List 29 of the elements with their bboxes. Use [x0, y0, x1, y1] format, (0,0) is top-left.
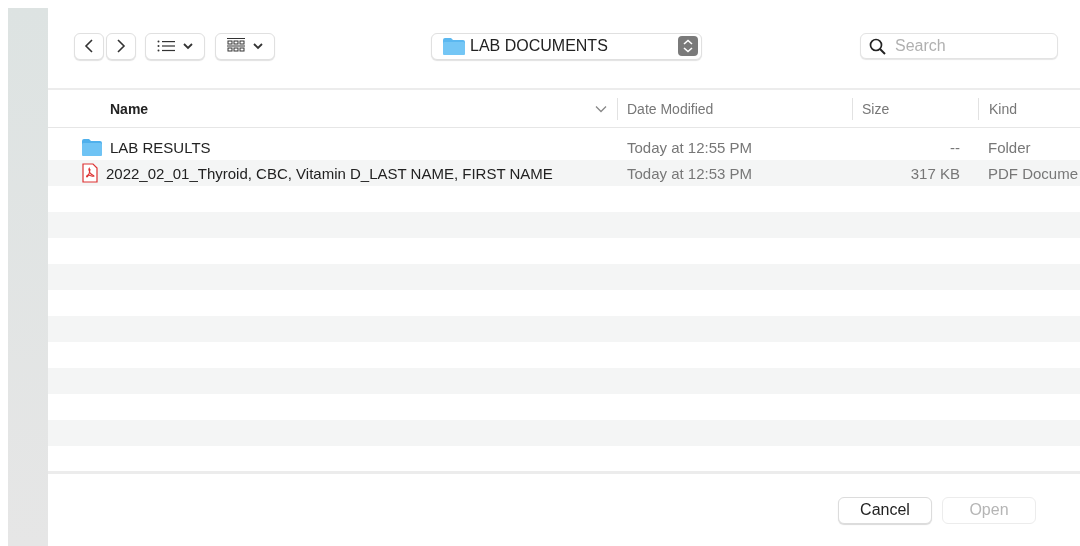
- file-size: --: [950, 138, 960, 156]
- file-name[interactable]: 2022_02_01_Thyroid, CBC, Vitamin D_LAST NAME, FIRST NAME: [106, 164, 553, 182]
- kind-column-header[interactable]: Kind: [978, 97, 1080, 120]
- chevron-left-icon: [84, 38, 94, 54]
- chevron-down-icon: [183, 42, 193, 50]
- folder-icon: [82, 138, 102, 156]
- name-column-header[interactable]: Name: [48, 97, 617, 120]
- back-button[interactable]: [74, 32, 104, 60]
- stepper-icon: [678, 36, 698, 56]
- list-view-button[interactable]: [145, 32, 205, 60]
- file-kind: PDF Docume: [988, 164, 1079, 182]
- search-field[interactable]: Search: [860, 33, 1058, 59]
- chevron-right-icon: [116, 38, 126, 54]
- folder-icon: [443, 37, 465, 55]
- cancel-button[interactable]: Cancel: [838, 496, 932, 524]
- forward-button[interactable]: [106, 32, 136, 60]
- date-modified: Today at 12:55 PM: [627, 138, 753, 156]
- date-modified: Today at 12:53 PM: [627, 164, 753, 182]
- date-column-header[interactable]: Date Modified: [617, 97, 852, 120]
- grid-icon: [227, 38, 245, 54]
- size-column-header[interactable]: Size: [852, 97, 978, 120]
- file-name[interactable]: LAB RESULTS: [110, 138, 211, 156]
- file-size: 317 KB: [910, 164, 960, 182]
- list-icon: [157, 40, 175, 52]
- chevron-down-icon: [253, 42, 263, 50]
- grid-view-button[interactable]: [215, 32, 275, 60]
- pdf-file-icon: [82, 163, 98, 183]
- location-popup[interactable]: LAB DOCUMENTS: [431, 32, 702, 60]
- file-kind: Folder: [988, 138, 1031, 156]
